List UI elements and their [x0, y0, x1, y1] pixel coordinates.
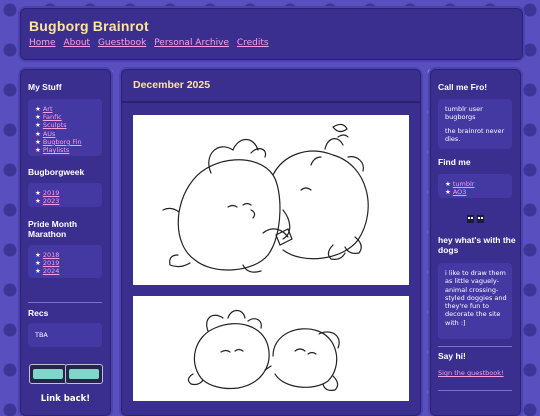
find-me-box: ★ tumblr ★ AO3 [438, 174, 512, 198]
star-icon: ★ [35, 121, 41, 130]
sketch-drawing [162, 123, 369, 273]
sketch-image-dogs-sleeping[interactable] [133, 296, 409, 401]
call-me-title: Call me Fro! [438, 82, 488, 92]
main-content: December 2025 [121, 69, 421, 416]
my-stuff-item[interactable]: ★ Fanfic [35, 113, 102, 121]
pride-2018-link[interactable]: 2018 [43, 251, 60, 259]
star-icon: ★ [35, 189, 41, 197]
bugborgweek-2023-link[interactable]: 2023 [43, 197, 60, 205]
title-divider [122, 101, 420, 103]
bugborgweek-2019-link[interactable]: 2019 [43, 189, 60, 197]
bugborgweek-item[interactable]: ★ 2019 [35, 189, 102, 197]
my-stuff-title: My Stuff [28, 82, 62, 92]
aus-link[interactable]: AUs [43, 130, 56, 138]
dogs-title: hey what's with the dogs [438, 235, 516, 255]
pride-month-box: ★ 2018 ★ 2019 ★ 2024 [28, 245, 102, 278]
sketch-drawing [187, 309, 340, 391]
dogs-box: i like to draw them as little vaguely-an… [438, 263, 512, 339]
my-stuff-box: ★ Art ★ Fanfic ★ Sculpts ★ AUs ★ Bugborg Fin … [28, 99, 102, 156]
nav-personal-archive-link[interactable]: Personal Archive [154, 38, 229, 48]
ao3-link[interactable]: AO3 [453, 188, 467, 196]
sculpts-link[interactable]: Sculpts [43, 121, 67, 129]
tumblr-link[interactable]: tumblr [453, 180, 475, 188]
site-header: Bugborg Brainrot Home About Guestbook Pe… [20, 8, 523, 60]
find-me-item[interactable]: ★ AO3 [445, 188, 512, 196]
star-icon: ★ [35, 129, 41, 138]
sketch-image-dogs-hugging[interactable] [133, 115, 409, 285]
call-me-text: the brainrot never dies. [445, 127, 505, 143]
pride-item[interactable]: ★ 2018 [35, 251, 102, 259]
star-icon: ★ [35, 197, 41, 206]
my-stuff-item[interactable]: ★ Playlists [35, 146, 102, 154]
star-icon: ★ [445, 180, 451, 188]
divider [438, 346, 512, 347]
site-button-badge[interactable] [65, 364, 103, 384]
star-icon: ★ [35, 259, 41, 268]
call-me-text: tumblr user bugborgs [445, 105, 483, 121]
find-me-item[interactable]: ★ tumblr [445, 180, 512, 188]
divider [438, 390, 512, 391]
post-title: December 2025 [133, 79, 211, 91]
my-stuff-item[interactable]: ★ Art [35, 105, 102, 113]
bugborgweek-item[interactable]: ★ 2023 [35, 197, 102, 205]
star-icon: ★ [35, 267, 41, 276]
my-stuff-item[interactable]: ★ Bugborg Fin [35, 138, 102, 146]
nav-about-link[interactable]: About [63, 38, 90, 48]
playlists-link[interactable]: Playlists [43, 146, 70, 154]
left-sidebar: My Stuff ★ Art ★ Fanfic ★ Sculpts ★ AUs ★ Bug… [20, 69, 111, 416]
pride-month-title: Pride Month Marathon [28, 219, 78, 239]
recs-title: Recs [28, 308, 49, 318]
star-icon: ★ [35, 113, 41, 122]
say-hi-title: Say hi! [438, 351, 466, 361]
my-stuff-item[interactable]: ★ AUs [35, 130, 102, 138]
fanfic-link[interactable]: Fanfic [43, 113, 62, 121]
site-button-badge[interactable] [29, 364, 67, 384]
recs-text: TBA [35, 331, 48, 339]
pride-2019-link[interactable]: 2019 [43, 259, 60, 267]
star-icon: ★ [35, 251, 41, 259]
pride-2024-link[interactable]: 2024 [43, 267, 60, 275]
main-nav: Home About Guestbook Personal Archive Cr… [29, 38, 274, 48]
bugborg-fin-link[interactable]: Bugborg Fin [43, 138, 82, 146]
site-title: Bugborg Brainrot [29, 18, 149, 34]
nav-credits-link[interactable]: Credits [237, 38, 269, 48]
nav-home-link[interactable]: Home [29, 38, 56, 48]
star-icon: ★ [35, 105, 41, 113]
divider [28, 302, 102, 303]
link-back-title: Link back! [40, 394, 91, 404]
star-icon: ★ [35, 137, 41, 146]
pride-item[interactable]: ★ 2019 [35, 259, 102, 267]
call-me-box: tumblr user bugborgs the brainrot never … [438, 99, 512, 149]
pixel-dogs-icon [467, 215, 484, 223]
guestbook-link[interactable]: Sign the guestbook! [438, 369, 504, 377]
bugborgweek-box: ★ 2019 ★ 2023 [28, 183, 102, 207]
star-icon: ★ [445, 188, 451, 197]
dogs-text: i like to draw them as little vaguely-an… [445, 269, 507, 327]
pride-item[interactable]: ★ 2024 [35, 267, 102, 275]
right-sidebar: Call me Fro! tumblr user bugborgs the br… [430, 69, 521, 416]
my-stuff-item[interactable]: ★ Sculpts [35, 121, 102, 129]
nav-guestbook-link[interactable]: Guestbook [98, 38, 146, 48]
bugborgweek-title: Bugborgweek [28, 167, 85, 177]
button-badges [29, 364, 105, 384]
art-link[interactable]: Art [43, 105, 53, 113]
find-me-title: Find me [438, 157, 471, 167]
recs-box: TBA [28, 323, 102, 347]
star-icon: ★ [35, 146, 41, 155]
